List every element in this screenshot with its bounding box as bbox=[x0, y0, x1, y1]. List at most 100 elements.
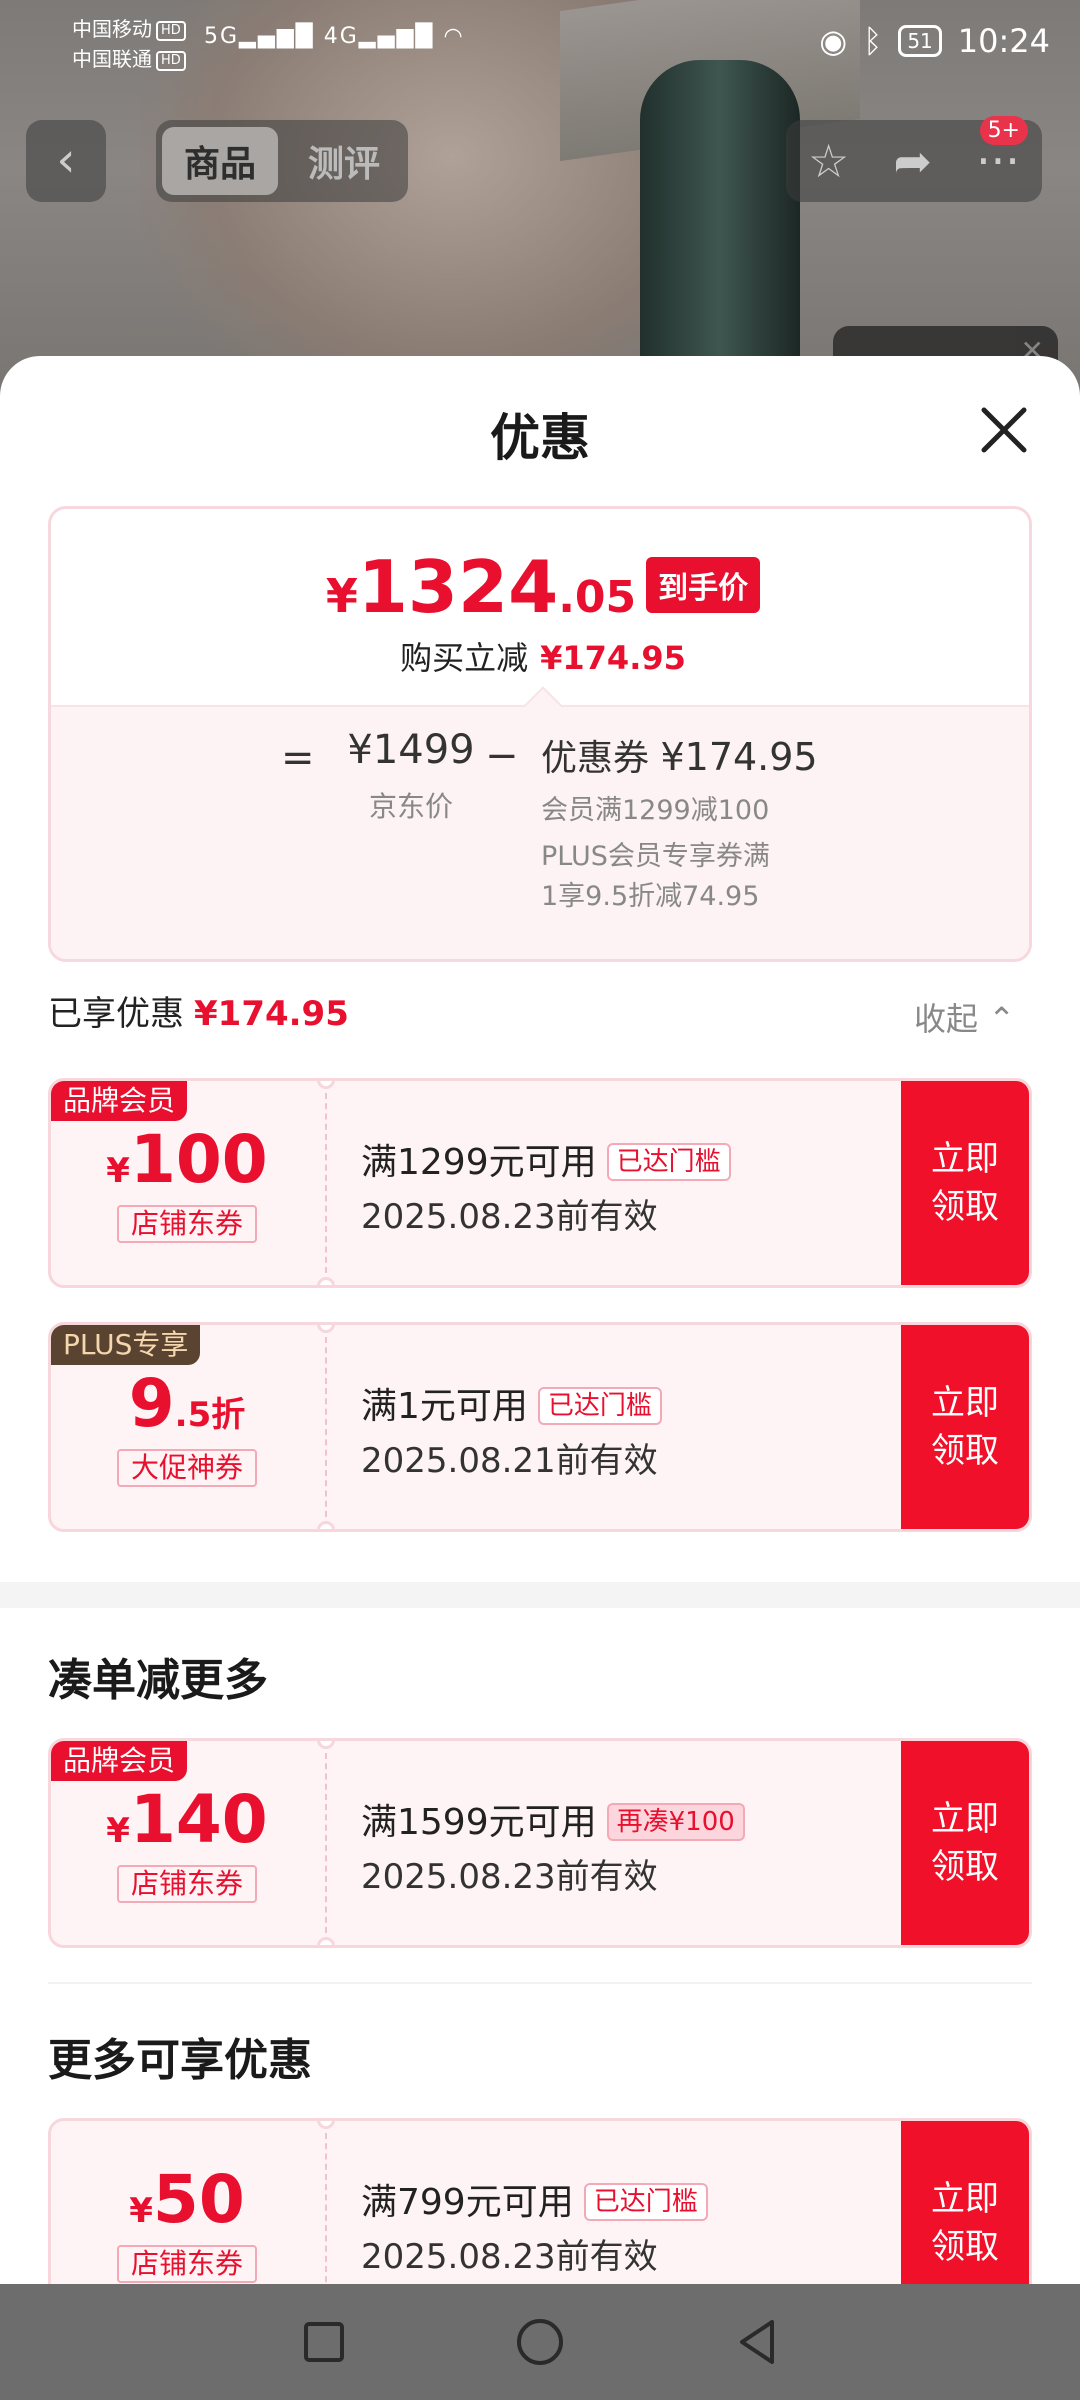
currency-symbol: ¥ bbox=[106, 1151, 130, 1191]
coupon-condition: 满1599元可用 再凑¥100 bbox=[361, 1793, 745, 1845]
claim-button[interactable]: 立即领取 bbox=[901, 1741, 1029, 1945]
coupon-breakdown: 优惠券 ¥174.95 会员满1299减100 PLUS会员专享券满 1享9.5… bbox=[541, 729, 901, 917]
price-summary-card: ¥1324.05 到手价 购买立减 ¥174.95 = ¥1499 京东价 − 优惠… bbox=[48, 506, 1032, 962]
claim-button-label: 立即领取 bbox=[931, 1383, 999, 1471]
equals-sign: = bbox=[281, 735, 315, 781]
section-separator bbox=[0, 1582, 1080, 1608]
recent-apps-icon[interactable] bbox=[300, 2318, 348, 2366]
sheet-title: 优惠 bbox=[490, 409, 590, 467]
coupon-divider bbox=[325, 1093, 327, 1273]
price-decimal: .05 bbox=[558, 572, 637, 623]
coupon-type: 大促神券 bbox=[117, 1449, 257, 1487]
coupon-value: 140 bbox=[129, 1781, 268, 1858]
back-icon[interactable]: ‹ bbox=[26, 120, 106, 202]
nav-tabs: 商品 测评 bbox=[156, 120, 408, 202]
breakdown-line: 会员满1299减100 bbox=[541, 795, 770, 826]
coupon-card: ¥100 店铺东券 品牌会员 满1299元可用 已达门槛 2025.08.23前有… bbox=[48, 1078, 1032, 1288]
coupon-condition: 满1元可用 已达门槛 bbox=[361, 1377, 662, 1429]
claim-button-label: 立即领取 bbox=[931, 2179, 999, 2267]
coupon-value: 50 bbox=[152, 2161, 245, 2238]
signal-bars-icon: ▂▄▆█ bbox=[239, 24, 315, 49]
coupon-notch bbox=[317, 1521, 335, 1529]
hd-icon: HD bbox=[156, 20, 186, 41]
coupon-divider bbox=[325, 1337, 327, 1517]
battery-icon: 51 bbox=[898, 25, 942, 57]
coupon-suffix: .5折 bbox=[174, 1395, 246, 1435]
coupon-tag: 品牌会员 bbox=[51, 1741, 188, 1781]
collapse-button[interactable]: 收起 ⌃ bbox=[914, 994, 1015, 1040]
price-integer: 1324 bbox=[357, 545, 559, 629]
nav-actions: ☆ ➦ ··· 5+ bbox=[786, 116, 1042, 202]
coupon-notch bbox=[317, 1937, 335, 1945]
coupon-condition-text: 满1599元可用 bbox=[361, 1802, 597, 1843]
coupon-amount: ¥140 bbox=[51, 1785, 323, 1855]
currency-symbol: ¥ bbox=[129, 2191, 153, 2231]
pointer-notch bbox=[523, 686, 563, 726]
claim-button-label: 立即领取 bbox=[931, 1139, 999, 1227]
coupon-condition-text: 满1299元可用 bbox=[361, 1142, 597, 1183]
signal-icons: 5G▂▄▆█ 4G▂▄▆█ ◠ bbox=[204, 24, 465, 49]
threshold-badge: 已达门槛 bbox=[537, 1387, 662, 1425]
back-triangle-icon[interactable] bbox=[732, 2316, 780, 2368]
instant-discount-amount: ¥174.95 bbox=[540, 639, 686, 677]
coupon-type: 店铺东券 bbox=[117, 2245, 257, 2283]
coupon-expiry: 2025.08.21前有效 bbox=[361, 1441, 658, 1481]
coupon-card: 9.5折 大促神券 PLUS专享 满1元可用 已达门槛 2025.08.21前有效… bbox=[48, 1322, 1032, 1532]
discount-sheet: 优惠 ¥1324.05 到手价 购买立减 ¥174.95 = ¥1499 京东价 −… bbox=[0, 356, 1080, 2286]
section-title: 更多可享优惠 bbox=[48, 2035, 312, 2086]
coupon-notch bbox=[317, 1277, 335, 1285]
currency-symbol: ¥ bbox=[106, 1811, 130, 1851]
status-bar: 中国移动 HD 中国联通 HD 5G▂▄▆█ 4G▂▄▆█ ◠ ◉ ᛒ 51 10:… bbox=[0, 0, 1080, 90]
instant-discount-label: 购买立减 bbox=[400, 639, 529, 677]
coupon-expiry: 2025.08.23前有效 bbox=[361, 1197, 658, 1237]
section-title: 凑单减更多 bbox=[48, 1655, 268, 1706]
jd-price-label: 京东价 bbox=[368, 790, 453, 823]
coupon-divider bbox=[325, 2133, 327, 2286]
coupon-amount: ¥100 bbox=[51, 1125, 323, 1195]
coupon-condition: 满1299元可用 已达门槛 bbox=[361, 1133, 731, 1185]
coupon-amount: 9.5折 bbox=[51, 1369, 323, 1439]
coupon-card: ¥50 店铺东券 满799元可用 已达门槛 2025.08.23前有效 立即领取 bbox=[48, 2118, 1032, 2286]
enjoyed-label: 已享优惠 bbox=[48, 994, 184, 1034]
clock: 10:24 bbox=[957, 22, 1050, 60]
network-type-2: 4G bbox=[323, 24, 359, 49]
coupon-tag: PLUS专享 bbox=[51, 1325, 201, 1365]
coupon-condition: 满799元可用 已达门槛 bbox=[361, 2173, 708, 2225]
coupon-expiry: 2025.08.23前有效 bbox=[361, 2237, 658, 2277]
coupon-label: 优惠券 bbox=[541, 738, 650, 779]
collapse-label: 收起 bbox=[914, 1000, 979, 1038]
claim-button[interactable]: 立即领取 bbox=[901, 2121, 1029, 2286]
coupon-type: 店铺东券 bbox=[117, 1865, 257, 1903]
network-type-1: 5G bbox=[204, 24, 240, 49]
coupon-value: 100 bbox=[129, 1121, 268, 1198]
claim-button[interactable]: 立即领取 bbox=[901, 1325, 1029, 1529]
jd-price: ¥1499 京东价 bbox=[341, 727, 481, 825]
tab-review[interactable]: 测评 bbox=[286, 127, 402, 195]
message-badge: 5+ bbox=[979, 116, 1028, 145]
system-nav-bar bbox=[0, 2284, 1080, 2400]
hd-icon: HD bbox=[156, 50, 186, 71]
final-price-tag: 到手价 bbox=[646, 557, 761, 613]
coupon-card: ¥140 店铺东券 品牌会员 满1599元可用 再凑¥100 2025.08.23… bbox=[48, 1738, 1032, 1948]
threshold-badge: 已达门槛 bbox=[583, 2183, 708, 2221]
threshold-badge: 已达门槛 bbox=[606, 1143, 731, 1181]
divider bbox=[48, 1982, 1032, 1984]
coupon-type: 店铺东券 bbox=[117, 1205, 257, 1243]
share-icon[interactable]: ➦ bbox=[893, 134, 932, 188]
price-breakdown: = ¥1499 京东价 − 优惠券 ¥174.95 会员满1299减100 PL… bbox=[51, 686, 1029, 959]
coupon-value: 9 bbox=[128, 1365, 175, 1442]
home-icon[interactable] bbox=[514, 2316, 566, 2368]
minus-sign: − bbox=[485, 733, 519, 779]
carrier-1: 中国移动 bbox=[72, 17, 152, 41]
coupon-value-area: ¥50 店铺东券 bbox=[51, 2121, 323, 2286]
claim-button[interactable]: 立即领取 bbox=[901, 1081, 1029, 1285]
coupon-expiry: 2025.08.23前有效 bbox=[361, 1857, 658, 1897]
carrier-2: 中国联通 bbox=[72, 47, 152, 71]
claim-button-label: 立即领取 bbox=[931, 1799, 999, 1887]
favorite-star-icon[interactable]: ☆ bbox=[808, 134, 849, 188]
close-icon[interactable] bbox=[976, 402, 1032, 458]
enjoyed-amount: ¥174.95 bbox=[194, 994, 349, 1034]
wifi-icon: ◠ bbox=[443, 24, 465, 49]
coupon-divider bbox=[325, 1753, 327, 1933]
tab-product[interactable]: 商品 bbox=[162, 127, 278, 195]
